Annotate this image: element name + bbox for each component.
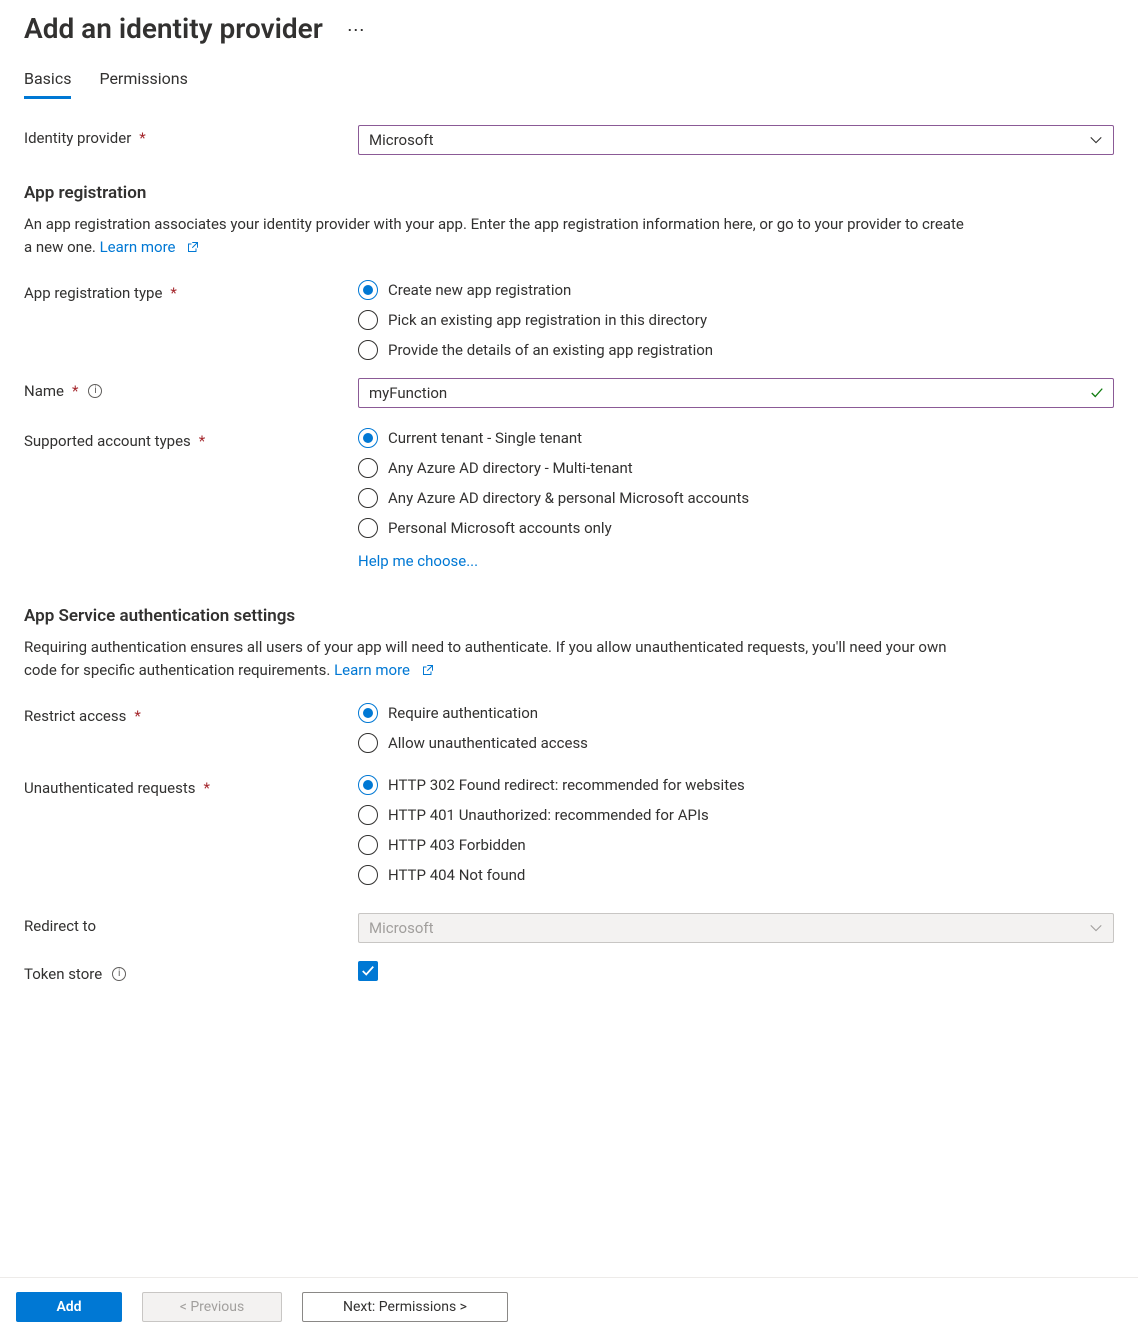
name-label-text: Name: [24, 382, 64, 400]
radio-icon: [358, 518, 378, 538]
radio-allow-unauthenticated[interactable]: Allow unauthenticated access: [358, 733, 1114, 753]
restrict-access-label-text: Restrict access: [24, 707, 126, 725]
required-asterisk: *: [139, 129, 145, 147]
help-me-choose-link[interactable]: Help me choose...: [358, 552, 478, 570]
chevron-down-icon: [1089, 133, 1103, 147]
unauthenticated-requests-label-text: Unauthenticated requests: [24, 779, 196, 797]
radio-label: HTTP 403 Forbidden: [388, 836, 526, 854]
radio-icon: [358, 458, 378, 478]
learn-more-text: Learn more: [100, 236, 176, 259]
redirect-to-value: Microsoft: [369, 919, 434, 937]
radio-multi-tenant[interactable]: Any Azure AD directory - Multi-tenant: [358, 458, 1114, 478]
radio-label: Any Azure AD directory & personal Micros…: [388, 489, 749, 507]
redirect-to-select: Microsoft: [358, 913, 1114, 943]
radio-label: Provide the details of an existing app r…: [388, 341, 713, 359]
required-asterisk: *: [199, 432, 205, 450]
supported-account-types-group: Current tenant - Single tenant Any Azure…: [358, 428, 1114, 538]
required-asterisk: *: [170, 284, 176, 302]
app-registration-type-label-text: App registration type: [24, 284, 162, 302]
radio-multi-tenant-personal[interactable]: Any Azure AD directory & personal Micros…: [358, 488, 1114, 508]
identity-provider-select[interactable]: Microsoft: [358, 125, 1114, 155]
radio-single-tenant[interactable]: Current tenant - Single tenant: [358, 428, 1114, 448]
radio-label: HTTP 302 Found redirect: recommended for…: [388, 776, 745, 794]
required-asterisk: *: [134, 707, 140, 725]
external-link-icon: [187, 241, 199, 253]
radio-create-new-registration[interactable]: Create new app registration: [358, 280, 1114, 300]
radio-icon: [358, 488, 378, 508]
name-label: Name * i: [24, 378, 358, 400]
radio-label: HTTP 401 Unauthorized: recommended for A…: [388, 806, 709, 824]
radio-http-403[interactable]: HTTP 403 Forbidden: [358, 835, 1114, 855]
app-registration-desc: An app registration associates your iden…: [24, 213, 964, 258]
radio-label: Allow unauthenticated access: [388, 734, 588, 752]
tabs: Basics Permissions: [24, 69, 1114, 99]
radio-personal-only[interactable]: Personal Microsoft accounts only: [358, 518, 1114, 538]
radio-label: Pick an existing app registration in thi…: [388, 311, 707, 329]
restrict-access-group: Require authentication Allow unauthentic…: [358, 703, 1114, 753]
radio-label: HTTP 404 Not found: [388, 866, 525, 884]
radio-label: Current tenant - Single tenant: [388, 429, 582, 447]
restrict-access-label: Restrict access *: [24, 703, 358, 725]
add-button[interactable]: Add: [16, 1292, 122, 1322]
radio-label: Create new app registration: [388, 281, 571, 299]
tab-permissions[interactable]: Permissions: [99, 69, 187, 99]
radio-label: Require authentication: [388, 704, 538, 722]
required-asterisk: *: [72, 382, 78, 400]
radio-icon: [358, 340, 378, 360]
radio-http-302[interactable]: HTTP 302 Found redirect: recommended for…: [358, 775, 1114, 795]
more-options-button[interactable]: ⋯: [347, 22, 365, 40]
identity-provider-label: Identity provider *: [24, 125, 358, 147]
auth-settings-desc-text: Requiring authentication ensures all use…: [24, 638, 947, 679]
radio-icon: [358, 428, 378, 448]
token-store-checkbox[interactable]: [358, 961, 378, 981]
supported-account-types-label: Supported account types *: [24, 428, 358, 450]
auth-settings-heading: App Service authentication settings: [24, 606, 1114, 626]
name-input[interactable]: [358, 378, 1114, 408]
token-store-label-text: Token store: [24, 965, 102, 983]
footer: Add < Previous Next: Permissions >: [0, 1277, 1138, 1336]
radio-icon: [358, 835, 378, 855]
radio-http-404[interactable]: HTTP 404 Not found: [358, 865, 1114, 885]
redirect-to-label-text: Redirect to: [24, 917, 96, 935]
radio-icon: [358, 310, 378, 330]
tab-basics[interactable]: Basics: [24, 69, 71, 99]
radio-icon: [358, 280, 378, 300]
required-asterisk: *: [204, 779, 210, 797]
info-icon[interactable]: i: [88, 384, 102, 398]
app-registration-heading: App registration: [24, 183, 1114, 203]
radio-pick-existing-registration[interactable]: Pick an existing app registration in thi…: [358, 310, 1114, 330]
info-icon[interactable]: i: [112, 967, 126, 981]
radio-icon: [358, 865, 378, 885]
external-link-icon: [422, 664, 434, 676]
radio-icon: [358, 733, 378, 753]
page-title: Add an identity provider: [24, 12, 323, 45]
learn-more-text: Learn more: [334, 659, 410, 682]
radio-provide-details[interactable]: Provide the details of an existing app r…: [358, 340, 1114, 360]
app-registration-type-label: App registration type *: [24, 280, 358, 302]
unauthenticated-requests-group: HTTP 302 Found redirect: recommended for…: [358, 775, 1114, 885]
previous-button: < Previous: [142, 1292, 282, 1322]
redirect-to-label: Redirect to: [24, 913, 358, 935]
app-registration-learn-more-link[interactable]: Learn more: [100, 236, 200, 259]
radio-icon: [358, 775, 378, 795]
radio-label: Personal Microsoft accounts only: [388, 519, 612, 537]
chevron-down-icon: [1089, 921, 1103, 935]
radio-label: Any Azure AD directory - Multi-tenant: [388, 459, 633, 477]
supported-account-types-label-text: Supported account types: [24, 432, 191, 450]
auth-settings-learn-more-link[interactable]: Learn more: [334, 659, 434, 682]
identity-provider-value: Microsoft: [369, 131, 434, 149]
next-permissions-button[interactable]: Next: Permissions >: [302, 1292, 508, 1322]
identity-provider-label-text: Identity provider: [24, 129, 131, 147]
app-registration-type-group: Create new app registration Pick an exis…: [358, 280, 1114, 360]
unauthenticated-requests-label: Unauthenticated requests *: [24, 775, 358, 797]
radio-icon: [358, 805, 378, 825]
check-icon: [1090, 386, 1104, 400]
radio-icon: [358, 703, 378, 723]
radio-http-401[interactable]: HTTP 401 Unauthorized: recommended for A…: [358, 805, 1114, 825]
token-store-label: Token store i: [24, 961, 358, 983]
radio-require-auth[interactable]: Require authentication: [358, 703, 1114, 723]
auth-settings-desc: Requiring authentication ensures all use…: [24, 636, 964, 681]
